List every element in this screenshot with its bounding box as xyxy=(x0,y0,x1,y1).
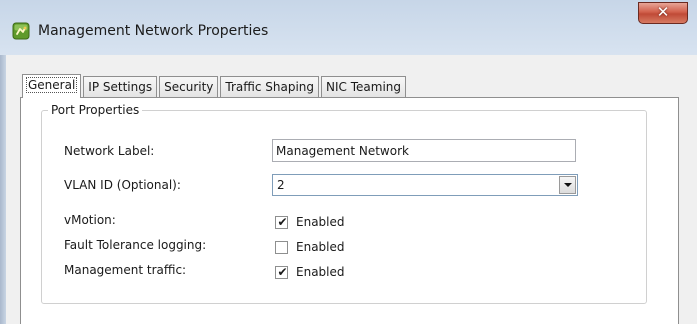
fault-tolerance-checkbox[interactable] xyxy=(275,240,288,254)
fault-tolerance-checkbox-row[interactable]: Enabled xyxy=(275,239,345,255)
window-title: Management Network Properties xyxy=(38,23,269,39)
fault-tolerance-enabled-label: Enabled xyxy=(296,240,345,254)
tab-nic-teaming[interactable]: NIC Teaming xyxy=(321,76,406,98)
management-traffic-checkbox[interactable]: ✔ xyxy=(275,264,288,279)
close-button[interactable]: ✕ xyxy=(638,2,688,24)
tab-ip-settings-label: IP Settings xyxy=(88,80,153,94)
vmotion-checkbox[interactable]: ✔ xyxy=(275,214,288,229)
vmotion-enabled-label: Enabled xyxy=(296,215,345,229)
tab-nic-teaming-label: NIC Teaming xyxy=(326,80,401,94)
tab-security[interactable]: Security xyxy=(159,76,219,98)
vmotion-caption: vMotion: xyxy=(64,213,116,227)
fault-tolerance-caption: Fault Tolerance logging: xyxy=(64,238,207,252)
tab-general[interactable]: General xyxy=(22,74,82,98)
properties-window: Management Network Properties ✕ General … xyxy=(0,0,697,324)
network-label-input[interactable] xyxy=(272,139,576,162)
management-traffic-caption: Management traffic: xyxy=(64,263,187,277)
management-traffic-checkbox-row[interactable]: ✔ Enabled xyxy=(275,264,345,280)
tab-general-label: General xyxy=(25,77,78,93)
tab-strip: General IP Settings Security Traffic Sha… xyxy=(22,74,408,98)
close-icon: ✕ xyxy=(656,3,670,21)
tab-security-label: Security xyxy=(164,80,214,94)
group-title: Port Properties xyxy=(48,103,143,117)
checkmark-icon: ✔ xyxy=(277,214,288,229)
tab-traffic-shaping-label: Traffic Shaping xyxy=(225,80,315,94)
vlan-id-caption: VLAN ID (Optional): xyxy=(64,178,181,192)
chevron-down-icon[interactable] xyxy=(559,176,576,194)
vlan-id-value: 2 xyxy=(277,178,285,192)
title-bar[interactable]: Management Network Properties ✕ xyxy=(0,0,697,55)
dialog-client-area: General IP Settings Security Traffic Sha… xyxy=(6,55,697,324)
network-label-caption: Network Label: xyxy=(64,144,155,158)
general-tab-panel: Port Properties Network Label: VLAN ID (… xyxy=(20,97,679,324)
vsphere-network-icon xyxy=(12,22,30,40)
vlan-id-select[interactable]: 2 xyxy=(272,174,578,196)
checkmark-icon: ✔ xyxy=(277,264,288,279)
management-traffic-enabled-label: Enabled xyxy=(296,265,345,279)
tab-ip-settings[interactable]: IP Settings xyxy=(83,76,158,98)
tab-traffic-shaping[interactable]: Traffic Shaping xyxy=(220,76,320,98)
port-properties-group: Port Properties Network Label: VLAN ID (… xyxy=(41,103,647,304)
vmotion-checkbox-row[interactable]: ✔ Enabled xyxy=(275,214,345,230)
